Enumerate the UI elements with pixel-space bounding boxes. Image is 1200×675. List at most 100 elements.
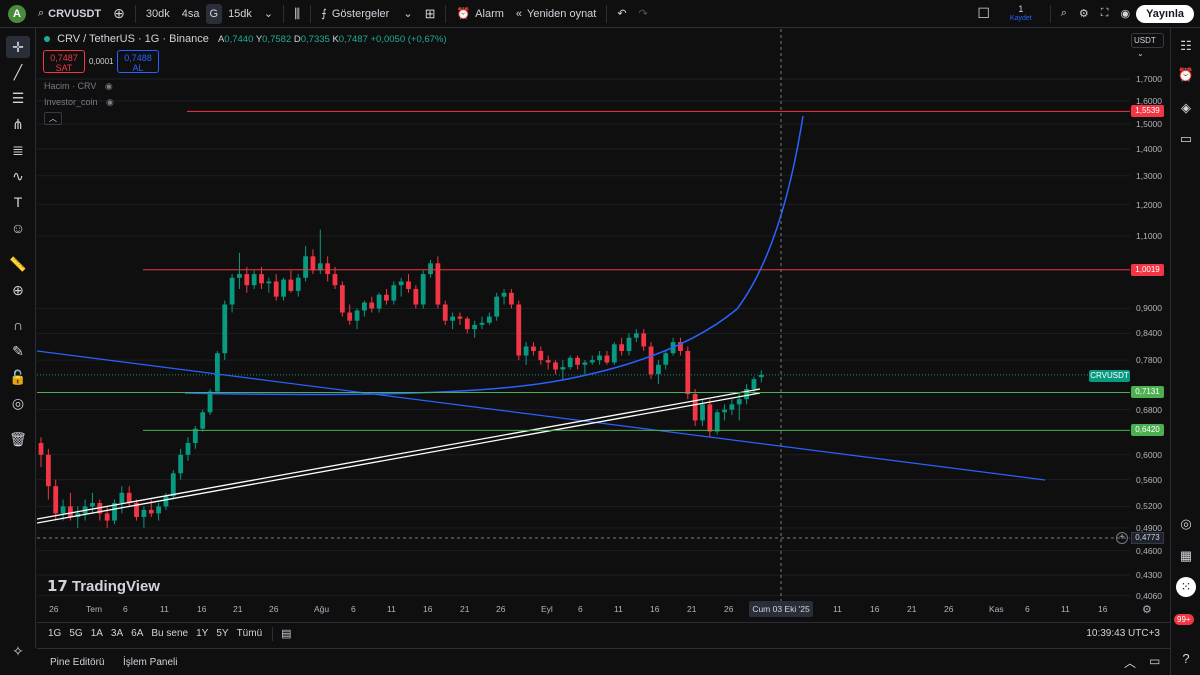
candle-body bbox=[38, 442, 44, 455]
eye-icon[interactable]: ◉ bbox=[105, 81, 113, 91]
price-tick-label: 0,5600 bbox=[1136, 474, 1162, 485]
trendline-icon[interactable]: ╱ bbox=[6, 61, 30, 83]
range-1y[interactable]: 1Y bbox=[196, 628, 208, 639]
chat-icon[interactable]: ▭ bbox=[1176, 129, 1196, 149]
apps-icon[interactable]: ⁙ bbox=[1176, 577, 1196, 597]
horizontal-lines-icon[interactable]: ☰ bbox=[6, 87, 30, 109]
currency-select[interactable]: USDT ⌄ bbox=[1131, 33, 1164, 58]
compass-icon[interactable]: ◎ bbox=[1176, 514, 1196, 534]
ruler-icon[interactable]: 📏 bbox=[6, 253, 30, 275]
candle-body bbox=[185, 442, 191, 455]
screenshot-button[interactable]: ◉ bbox=[1114, 0, 1136, 28]
volume-legend[interactable]: Hacim · CRV ◉ bbox=[44, 81, 113, 92]
date-range-icon[interactable]: ▤ bbox=[281, 627, 291, 640]
time-tick-label: 6 bbox=[1025, 604, 1030, 614]
range-1d[interactable]: 1G bbox=[48, 628, 61, 639]
candle-body bbox=[119, 492, 125, 503]
magnet-icon[interactable]: ∩ bbox=[6, 314, 30, 336]
collapse-legend-button[interactable]: ︿ bbox=[44, 112, 62, 125]
candle-body bbox=[531, 346, 536, 351]
pitchfork-icon[interactable]: ⋔ bbox=[6, 113, 30, 135]
save-button[interactable]: 1 Kaydet bbox=[996, 0, 1046, 28]
price-level-flag: 1,5539 bbox=[1131, 105, 1164, 118]
eye-icon[interactable]: ◉ bbox=[106, 97, 114, 107]
range-ytd[interactable]: Bu sene bbox=[151, 628, 188, 639]
range-all[interactable]: Tümü bbox=[237, 628, 263, 639]
candle-body bbox=[751, 379, 757, 390]
undo-button[interactable]: ↶ bbox=[611, 0, 632, 28]
watchlist-icon[interactable]: ☷ bbox=[1176, 36, 1196, 56]
indicators-button[interactable]: ⨍ Göstergeler ⌄ bbox=[315, 0, 418, 28]
interval-dropdown[interactable]: ⌄ bbox=[258, 0, 279, 28]
interval-4h[interactable]: 4sa bbox=[176, 0, 206, 28]
add-plus-icon[interactable]: + bbox=[1116, 532, 1128, 544]
time-tick-label: 11 bbox=[387, 604, 396, 614]
fullscreen-button[interactable]: ⛶ bbox=[1095, 0, 1115, 28]
chart-type-button[interactable]: ⫼ bbox=[288, 0, 306, 28]
compare-symbol-button[interactable]: ⊕ bbox=[107, 0, 131, 28]
settings-button[interactable]: ⚙ bbox=[1073, 0, 1095, 28]
buy-button[interactable]: 0,7488 AL bbox=[117, 50, 159, 73]
emoji-icon[interactable]: ☺ bbox=[6, 217, 30, 239]
candle-body bbox=[479, 322, 485, 325]
quick-search-button[interactable]: ⌕ bbox=[1055, 0, 1073, 28]
divider bbox=[1049, 4, 1051, 23]
zoom-in-icon[interactable]: ⊕ bbox=[6, 279, 30, 301]
chevron-up-icon[interactable]: ︿ bbox=[1124, 654, 1136, 671]
price-chart[interactable] bbox=[37, 29, 1170, 619]
time-tick-label: 11 bbox=[614, 604, 623, 614]
alarm-button[interactable]: ⏰ Alarm bbox=[450, 0, 509, 28]
tab-pine-editor[interactable]: Pine Editörü bbox=[50, 657, 104, 668]
tab-trading-panel[interactable]: İşlem Paneli bbox=[123, 657, 177, 668]
brush-icon[interactable]: ∿ bbox=[6, 165, 30, 187]
settings-gear-icon[interactable]: ⚙ bbox=[1142, 603, 1152, 616]
watermark-text: TradingView bbox=[71, 578, 160, 595]
symbol-search[interactable]: ⌕ CRVUSDT bbox=[32, 0, 107, 28]
candle-body bbox=[472, 324, 478, 330]
layout-select-button[interactable]: ☐ bbox=[971, 0, 996, 28]
interval-1d[interactable]: G bbox=[205, 3, 223, 24]
layers-icon[interactable]: ◈ bbox=[1176, 98, 1196, 118]
interval-30m[interactable]: 30dk bbox=[140, 0, 176, 28]
range-5y[interactable]: 5Y bbox=[216, 628, 228, 639]
sell-button[interactable]: 0,7487 SAT bbox=[43, 50, 85, 73]
candle-body bbox=[457, 316, 463, 319]
candle-body bbox=[501, 292, 507, 297]
clock[interactable]: 10:39:43 UTC+3 bbox=[1086, 628, 1160, 639]
range-3m[interactable]: 3A bbox=[111, 628, 123, 639]
candle-body bbox=[516, 304, 522, 356]
text-icon[interactable]: T bbox=[6, 191, 30, 213]
chevron-up-icon: ︿ bbox=[49, 114, 57, 123]
lock-icon[interactable]: 🔓 bbox=[6, 366, 30, 388]
top-toolbar: A ⌕ CRVUSDT ⊕ 30dk 4sa G 15dk ⌄ ⫼ ⨍ Göst… bbox=[0, 0, 1200, 28]
notifications-badge: 99+ bbox=[1174, 614, 1194, 625]
maximize-icon[interactable]: ▭ bbox=[1149, 654, 1160, 668]
range-6m[interactable]: 6A bbox=[131, 628, 143, 639]
range-1m[interactable]: 1A bbox=[91, 628, 103, 639]
ohlc-o: 0,7440 bbox=[224, 34, 254, 45]
user-avatar[interactable]: A bbox=[8, 4, 26, 23]
candle-body bbox=[545, 360, 551, 363]
candle-body bbox=[310, 256, 316, 271]
price-tick-label: 1,4000 bbox=[1136, 144, 1162, 155]
redo-button[interactable]: ↷ bbox=[633, 0, 654, 28]
star-icon[interactable]: ✧ bbox=[6, 640, 30, 662]
range-5d[interactable]: 5G bbox=[69, 628, 82, 639]
crosshair-icon[interactable]: ✛ bbox=[6, 36, 30, 58]
indicator-legend[interactable]: Investor_coin ◉ bbox=[44, 97, 114, 108]
calendar-icon[interactable]: ▦ bbox=[1176, 546, 1196, 566]
replay-button[interactable]: « Yeniden oynat bbox=[510, 0, 602, 28]
currency-label: USDT bbox=[1134, 36, 1156, 45]
trash-icon[interactable]: 🗑 bbox=[6, 428, 30, 450]
fib-icon[interactable]: ≣ bbox=[6, 139, 30, 161]
help-icon[interactable]: ? bbox=[1176, 648, 1196, 668]
eye-icon[interactable]: ◎ bbox=[6, 392, 30, 414]
legend-title[interactable]: CRV / TetherUS · 1G · Binance bbox=[57, 33, 209, 45]
layouts-button[interactable]: ⊞ bbox=[419, 0, 442, 28]
lock-drawing-icon[interactable]: ✎ bbox=[6, 340, 30, 362]
publish-button[interactable]: Yayınla bbox=[1136, 4, 1194, 23]
candle-body bbox=[648, 346, 654, 375]
indicators-icon: ⨍ bbox=[321, 8, 327, 20]
interval-15m[interactable]: 15dk bbox=[222, 0, 258, 28]
alerts-clock-icon[interactable]: ⏰ bbox=[1176, 65, 1196, 85]
